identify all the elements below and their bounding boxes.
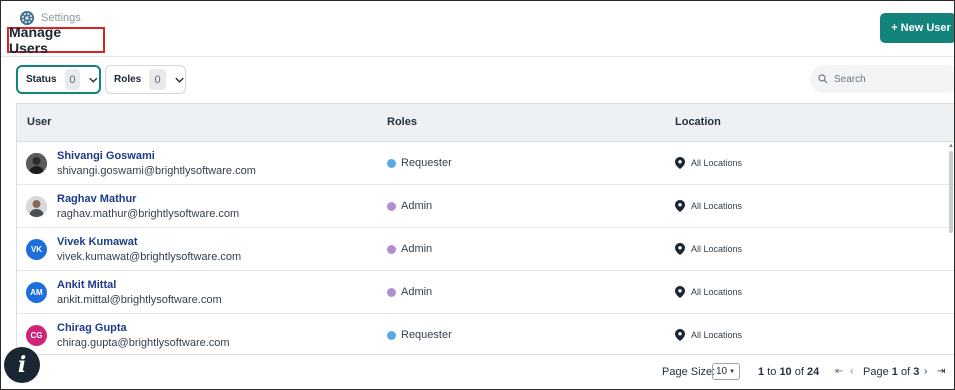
roles-filter[interactable]: Roles 0 [105,65,186,94]
row-range: 1 to 10 of 24 [758,366,819,378]
page-title: Manage Users [9,24,62,56]
breadcrumb-settings[interactable]: Settings [41,12,81,24]
roles-filter-count: 0 [149,69,166,90]
page-header: Settings Manage Users + New User [1,1,954,57]
next-page-icon[interactable]: › [924,366,927,377]
current-page: 1 [891,366,898,378]
filter-bar: Status 0 Roles 0 Search [1,57,954,103]
user-email: ankit.mittal@brightlysoftware.com [57,294,222,306]
avatar [26,153,47,174]
users-table: User Roles Location Shivangi Goswami shi… [16,103,954,355]
table-row[interactable]: CG Chirag Gupta chirag.gupta@brightlysof… [17,314,954,354]
role-dot [387,201,396,211]
location-cell: All Locations [675,200,742,212]
role-cell: Admin [387,200,432,212]
caret-down-icon: ▼ [729,368,736,375]
table-row[interactable]: AM Ankit Mittal ankit.mittal@brightlysof… [17,271,954,314]
location-cell: All Locations [675,157,742,169]
location-label: All Locations [691,201,743,211]
avatar: VK [26,239,47,260]
range-total: 24 [807,366,820,378]
avatar: CG [26,325,47,346]
user-email: chirag.gupta@brightlysoftware.com [57,337,230,349]
location-pin-icon [675,243,685,255]
column-header-location[interactable]: Location [675,116,721,128]
app-window: Settings Manage Users + New User Status … [0,0,955,390]
role-label: Requester [401,329,452,341]
role-label: Admin [401,200,433,212]
range-of: of [794,366,804,378]
range-end: 10 [779,366,792,378]
user-name[interactable]: Shivangi Goswami [57,150,155,162]
page-size-value: 10 [716,366,728,377]
search-placeholder: Search [834,73,866,85]
column-header-roles[interactable]: Roles [387,116,417,128]
last-page-icon[interactable]: ⇥ [937,366,945,377]
role-dot [387,287,396,297]
user-name[interactable]: Raghav Mathur [57,193,136,205]
status-filter-count: 0 [64,69,81,90]
location-cell: All Locations [675,286,742,298]
location-pin-icon [675,286,685,298]
role-cell: Admin [387,286,432,298]
user-email: vivek.kumawat@brightlysoftware.com [57,251,242,263]
role-label: Admin [401,243,433,255]
location-pin-icon [675,329,685,341]
search-input[interactable]: Search [810,65,954,93]
page-of: of [900,366,911,378]
location-pin-icon [675,200,685,212]
scroll-up-arrow-icon[interactable]: ▲ [948,143,954,149]
location-label: All Locations [691,287,743,297]
location-cell: All Locations [675,329,742,341]
total-pages: 3 [913,366,920,378]
location-cell: All Locations [675,243,742,255]
role-cell: Admin [387,243,432,255]
location-label: All Locations [691,158,743,168]
info-icon[interactable]: i [4,347,40,383]
user-email: raghav.mathur@brightlysoftware.com [57,208,240,220]
first-page-icon[interactable]: ⇤ [835,366,843,377]
page-title-highlight: Manage Users [7,24,105,56]
column-header-user[interactable]: User [27,116,51,128]
role-dot [387,330,396,340]
search-icon [818,74,828,84]
page-label: Page [863,366,889,378]
avatar: AM [26,282,47,303]
pagination-bar: Page Size: 10 ▼ 1 to 10 of 24 ⇤ ‹ Page 1… [1,355,954,389]
vertical-scrollbar[interactable] [949,151,953,233]
status-filter[interactable]: Status 0 [16,65,101,94]
role-label: Admin [401,286,433,298]
chevron-down-icon [175,77,184,83]
range-start: 1 [758,366,765,378]
user-name[interactable]: Vivek Kumawat [57,236,138,248]
user-name[interactable]: Chirag Gupta [57,322,127,334]
role-label: Requester [401,157,452,169]
role-dot [387,244,396,254]
page-indicator: Page 1 of 3 [863,366,919,378]
previous-page-icon[interactable]: ‹ [850,366,853,377]
status-filter-label: Status [26,74,57,85]
location-label: All Locations [691,244,743,254]
roles-filter-label: Roles [114,74,142,85]
range-to: to [767,366,777,378]
user-name[interactable]: Ankit Mittal [57,279,116,291]
avatar [26,196,47,217]
role-cell: Requester [387,157,452,169]
location-pin-icon [675,157,685,169]
role-dot [387,158,396,168]
page-size-select[interactable]: 10 ▼ [712,363,740,380]
user-email: shivangi.goswami@brightlysoftware.com [57,165,256,177]
chevron-down-icon [89,77,98,83]
role-cell: Requester [387,329,452,341]
table-row[interactable]: VK Vivek Kumawat vivek.kumawat@brightlys… [17,228,954,271]
new-user-button[interactable]: + New User [880,13,954,43]
table-header: User Roles Location [17,104,954,142]
page-size-label: Page Size: [662,366,716,378]
location-label: All Locations [691,330,743,340]
table-row[interactable]: Shivangi Goswami shivangi.goswami@bright… [17,142,954,185]
table-row[interactable]: Raghav Mathur raghav.mathur@brightlysoft… [17,185,954,228]
